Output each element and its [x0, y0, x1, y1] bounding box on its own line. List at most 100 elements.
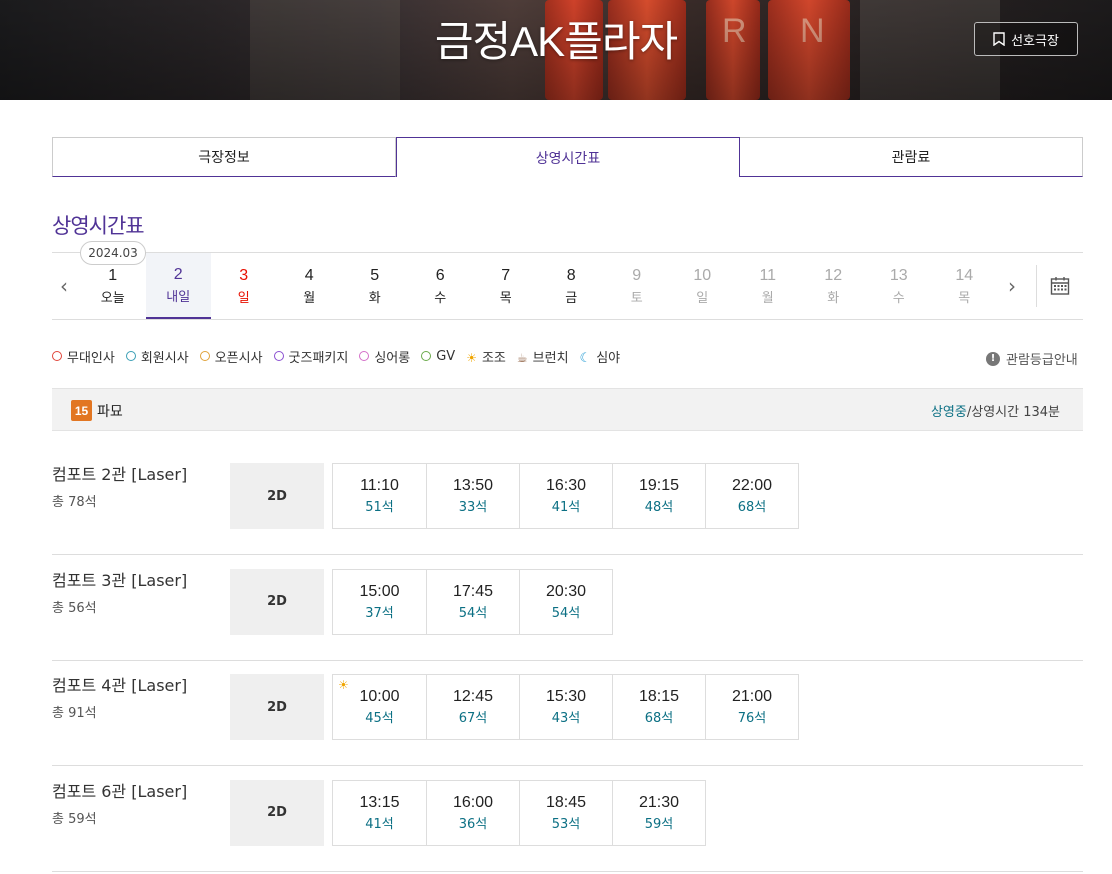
legend-label: 회원시사: [140, 350, 189, 366]
rating-guide-label: 관람등급안내: [1006, 353, 1078, 368]
date-item[interactable]: 2 내일: [145, 253, 211, 319]
legend-label: 심야: [596, 350, 621, 366]
showtime-button[interactable]: 13:15 41석: [333, 781, 426, 845]
favorite-theater-label: 선호극장: [1011, 33, 1059, 49]
date-number: 2: [173, 265, 183, 283]
date-item[interactable]: 6수: [408, 253, 474, 319]
showtime-list: ☀ 10:00 45석 12:45 67석 15:30 43석 18:15 68석 21:00 76…: [332, 674, 799, 740]
showtime-button[interactable]: ☀ 10:00 45석: [333, 675, 426, 739]
date-item[interactable]: 5화: [342, 253, 408, 319]
date-number: 6: [435, 266, 445, 284]
legend-label: 오픈시사: [214, 350, 263, 366]
showtime-button[interactable]: 15:00 37석: [333, 570, 426, 634]
showtime-time: 19:15: [638, 477, 680, 494]
date-item: 9토: [604, 253, 670, 319]
hall-name: 컴포트 2관 [Laser]: [52, 465, 188, 484]
movie-title[interactable]: 파묘: [97, 401, 123, 421]
rating-guide-button[interactable]: ! 관람등급안내: [986, 349, 1078, 368]
showtime-seats: 36석: [458, 816, 488, 832]
date-number: 5: [370, 266, 380, 284]
open-preview-icon: [199, 351, 210, 361]
month-label: 2024.03: [80, 241, 146, 265]
screen-format: 2D: [230, 674, 324, 740]
date-item[interactable]: 8금: [539, 253, 605, 319]
date-weekday: 목: [958, 290, 971, 306]
tab-theater-info[interactable]: 극장정보: [52, 137, 396, 177]
showtime-button[interactable]: 22:00 68석: [705, 464, 798, 528]
morning-sun-icon: ☀: [466, 351, 477, 365]
showtime-button[interactable]: 16:00 36석: [426, 780, 519, 845]
showtime-seats: 76석: [737, 711, 767, 726]
hall-total-seats: 총 78석: [52, 495, 97, 510]
theater-title: 금정AK플라자: [434, 18, 678, 65]
runtime: /상영시간 134분: [966, 405, 1060, 420]
date-number: 14: [955, 266, 974, 284]
showtime-button[interactable]: 13:50 33석: [426, 464, 519, 528]
goods-package-icon: [273, 351, 284, 361]
legend-item: 오픈시사: [199, 347, 263, 366]
info-icon: !: [986, 351, 1000, 366]
legend-label: 브런치: [532, 350, 569, 366]
singalong-icon: [359, 351, 370, 361]
hall-name: 컴포트 6관 [Laser]: [52, 781, 188, 801]
showtime-button[interactable]: 17:45 54석: [426, 569, 519, 634]
age-rating-badge: 15: [71, 400, 92, 421]
date-number: 4: [304, 266, 314, 284]
showtime-time: 16:00: [452, 793, 494, 811]
date-item[interactable]: 7목: [473, 253, 539, 319]
legend-item: 무대인사: [52, 347, 115, 366]
showtime-legend: 무대인사 회원시사 오픈시사 굿즈패키지 싱어롱 GV ☀ 조조 ☕ 브런치 ☾ 심야: [52, 346, 631, 366]
date-weekday: 월: [303, 290, 316, 306]
showtime-seats: 33석: [458, 500, 488, 515]
showtime-button[interactable]: 15:30 43석: [519, 675, 612, 739]
legend-item: ☾ 심야: [580, 347, 621, 367]
date-number: 3: [239, 266, 249, 284]
date-item[interactable]: 4월: [277, 253, 343, 319]
date-weekday: 일: [237, 290, 250, 306]
showtime-button[interactable]: 21:00 76석: [705, 675, 798, 739]
member-preview-icon: [125, 351, 136, 361]
date-item: 12 화: [801, 253, 867, 319]
date-weekday: 화: [827, 290, 840, 306]
date-weekday: 내일: [166, 289, 191, 305]
brunch-cup-icon: ☕: [516, 351, 528, 365]
showtime-button[interactable]: 20:30 54석: [519, 569, 612, 634]
date-number: 10: [693, 266, 712, 284]
showtime-button[interactable]: 18:45 53석: [519, 780, 612, 845]
favorite-theater-button[interactable]: 선호극장: [974, 22, 1078, 56]
movie-run-info: 상영중/상영시간 134분: [931, 401, 1060, 420]
showtime-time: 22:00: [731, 477, 773, 494]
movie-header: 15 파묘 상영중/상영시간 134분: [52, 388, 1083, 431]
theater-tabs: 극장정보 상영시간표 관람료: [52, 137, 1083, 177]
date-number: 7: [501, 266, 511, 284]
date-list: 1 오늘 2 내일 3 일 4 월 5 화 6 수 7 목 8 금 9 토 10 일 11 월 12 화 13 수 14 목: [80, 253, 997, 319]
showtime-seats: 41석: [551, 500, 581, 515]
showtime-button[interactable]: 18:15 68석: [612, 675, 705, 739]
bookmark-icon: [993, 32, 1005, 46]
showtime-seats: 68석: [644, 711, 674, 726]
legend-label: 조조: [481, 350, 506, 366]
date-item[interactable]: 3일: [211, 253, 277, 319]
morning-sun-icon: ☀: [338, 678, 349, 692]
showtime-button[interactable]: 12:45 67석: [426, 675, 519, 739]
tab-showtimes[interactable]: 상영시간표: [396, 137, 740, 177]
showtime-button[interactable]: 21:30 59석: [612, 780, 705, 845]
date-number: 12: [824, 266, 843, 284]
hall-row: 컴포트 2관 [Laser] 총 78석 2D 11:10 51석 13:50 33석 16:…: [52, 449, 1083, 555]
tab-ticket-price[interactable]: 관람료: [740, 137, 1083, 177]
showtime-button[interactable]: 16:30 41석: [519, 464, 612, 528]
showtime-time: 18:15: [638, 688, 680, 705]
prev-date-button[interactable]: ‹: [52, 253, 76, 319]
showtime-time: 21:00: [731, 688, 773, 705]
showtime-seats: 54석: [458, 605, 488, 621]
showtime-list: 11:10 51석 13:50 33석 16:30 41석 19:15 48석 22:00 68석: [332, 463, 799, 529]
calendar-button[interactable]: [1036, 265, 1083, 307]
showtime-button[interactable]: 11:10 51석: [333, 464, 426, 528]
next-date-button[interactable]: ›: [1000, 253, 1024, 319]
showtime-time: 13:50: [452, 477, 494, 494]
showtime-time: 15:00: [359, 582, 400, 600]
showtime-seats: 59석: [644, 816, 674, 832]
showtime-button[interactable]: 19:15 48석: [612, 464, 705, 528]
section-title: 상영시간표: [52, 214, 145, 238]
showtime-seats: 43석: [551, 711, 581, 726]
